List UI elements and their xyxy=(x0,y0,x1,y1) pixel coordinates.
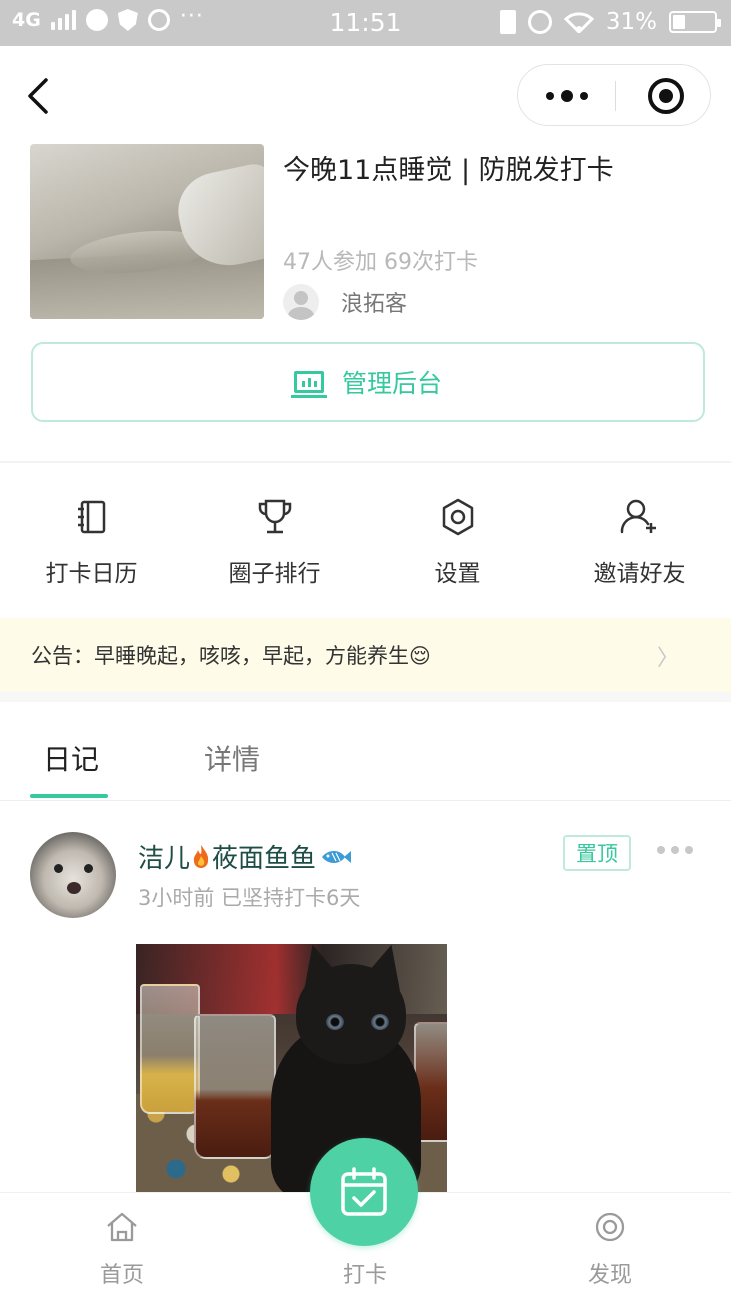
charging-icon xyxy=(499,10,516,34)
menu-item-settings[interactable]: 设置 xyxy=(366,490,549,588)
quick-menu: 打卡日历 圈子排行 设置 邀请好友 xyxy=(0,490,731,600)
post-meta: 3小时前 已坚持打卡6天 xyxy=(138,886,361,910)
target-icon[interactable] xyxy=(648,78,684,114)
fire-icon xyxy=(193,844,209,868)
nav-home-label: 首页 xyxy=(99,1263,144,1288)
nav-discover[interactable]: 发现 xyxy=(530,1193,690,1289)
pinned-badge: 置顶 xyxy=(563,835,631,871)
tabs-divider xyxy=(0,800,731,801)
add-user-icon xyxy=(620,499,656,534)
menu-item-ranking[interactable]: 圈子排行 xyxy=(183,490,366,588)
announcement-bar[interactable]: 公告：早睡晚起，咳咳，早起，方能养生😌 〉 xyxy=(0,618,731,692)
menu-label-invite: 邀请好友 xyxy=(593,561,686,587)
menu-label-settings: 设置 xyxy=(434,561,481,587)
status-bar: 4G ··· 11:51 31% xyxy=(0,0,731,46)
circle-title: 今晚11点睡觉 | 防脱发打卡 xyxy=(283,155,614,186)
gear-icon xyxy=(442,498,473,536)
section-divider xyxy=(0,692,731,702)
admin-panel-button[interactable]: 管理后台 xyxy=(31,342,705,422)
announcement-text: 公告：早睡晚起，咳咳，早起，方能养生😌 xyxy=(31,644,431,668)
post-more-icon[interactable] xyxy=(657,846,693,854)
menu-item-invite[interactable]: 邀请好友 xyxy=(548,490,731,588)
nav-checkin-label: 打卡 xyxy=(342,1263,387,1288)
mini-program-capsule xyxy=(517,64,711,126)
tab-diary[interactable]: 日记 xyxy=(43,738,99,778)
chevron-right-icon: 〉 xyxy=(656,646,679,671)
calendar-check-icon xyxy=(341,1167,387,1216)
owner-name[interactable]: 浪拓客 xyxy=(341,286,407,318)
owner-avatar[interactable] xyxy=(283,284,319,320)
post-author[interactable]: 洁儿 莜面鱼鱼 xyxy=(138,838,352,875)
section-divider xyxy=(0,461,731,463)
post-author-suffix: 莜面鱼鱼 xyxy=(212,844,317,874)
menu-item-calendar[interactable]: 打卡日历 xyxy=(0,490,183,588)
battery-icon xyxy=(669,11,721,33)
alarm-icon xyxy=(527,10,552,34)
menu-label-calendar: 打卡日历 xyxy=(45,561,138,587)
discover-icon xyxy=(595,1212,625,1242)
home-icon xyxy=(107,1212,137,1242)
nav-home[interactable]: 首页 xyxy=(42,1193,202,1289)
battery-percent: 31% xyxy=(605,9,657,35)
avatar[interactable] xyxy=(30,832,116,918)
post-author-name: 洁儿 xyxy=(138,844,191,874)
capsule-divider xyxy=(615,81,616,111)
fish-icon xyxy=(322,850,352,863)
admin-panel-label: 管理后台 xyxy=(341,369,442,398)
calendar-book-icon xyxy=(77,500,105,534)
dashboard-icon xyxy=(290,371,327,398)
circle-cover-image xyxy=(30,144,264,319)
nav-discover-label: 发现 xyxy=(587,1263,632,1288)
menu-label-ranking: 圈子排行 xyxy=(228,561,321,587)
more-dots-icon[interactable] xyxy=(518,65,615,127)
status-right: 31% xyxy=(499,9,721,35)
back-icon[interactable] xyxy=(24,74,64,118)
active-tab-indicator xyxy=(30,794,108,798)
checkin-button[interactable] xyxy=(310,1138,418,1246)
tab-details[interactable]: 详情 xyxy=(204,738,260,778)
wifi-icon xyxy=(563,12,594,33)
circle-stats: 47人参加 69次打卡 xyxy=(283,250,478,275)
trophy-icon xyxy=(258,499,291,534)
